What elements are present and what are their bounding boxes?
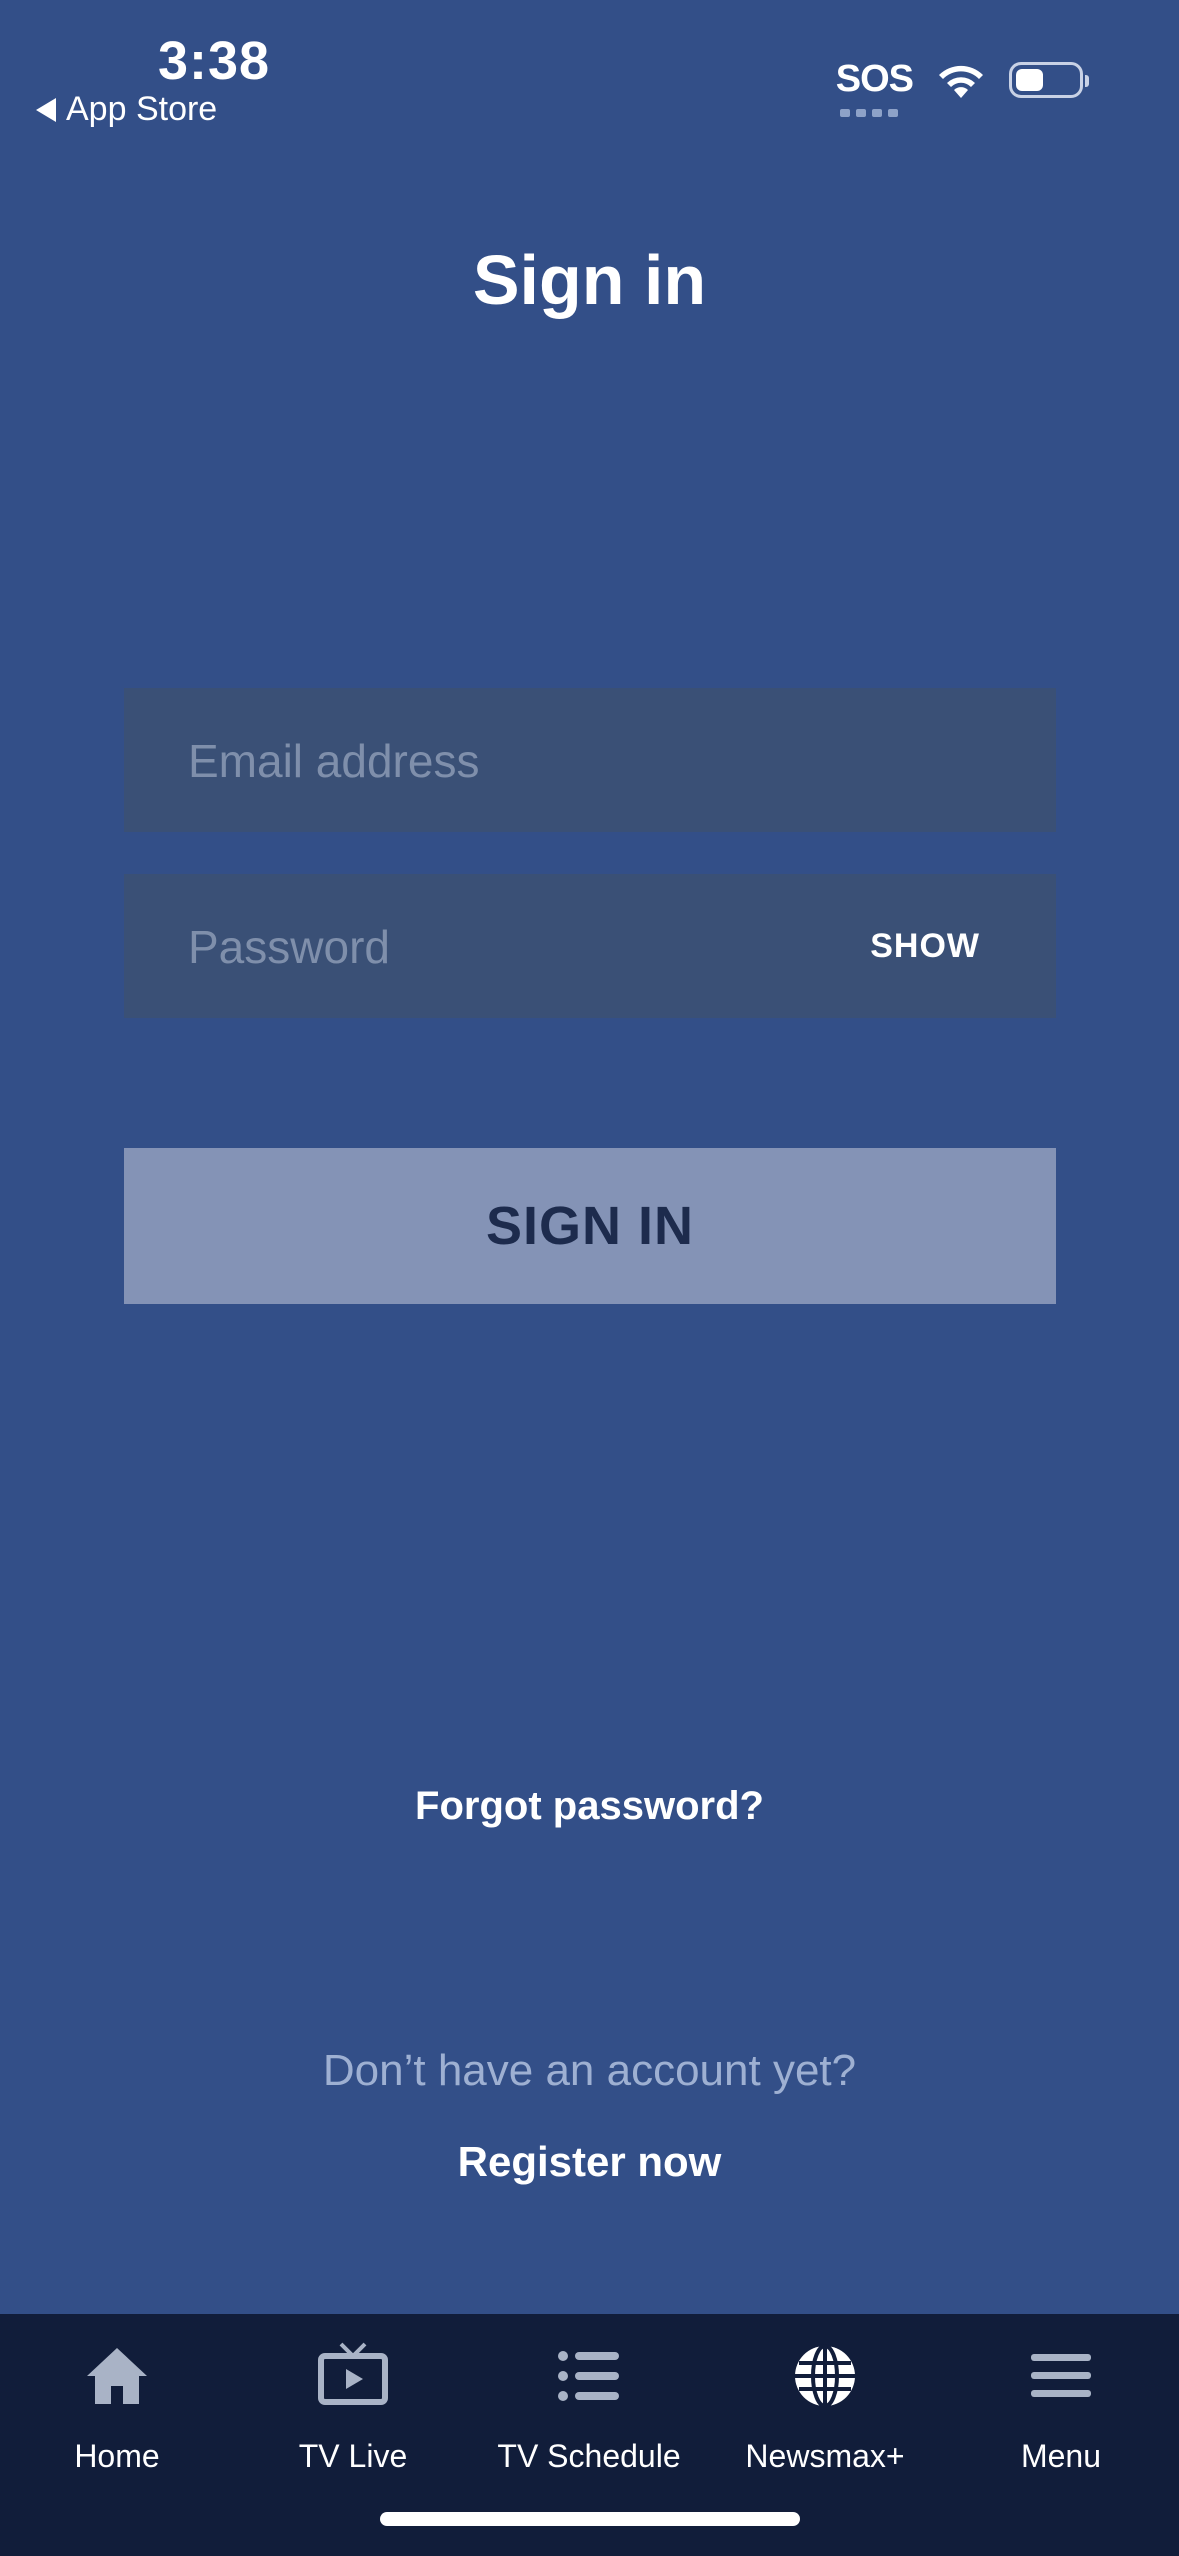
back-triangle-icon [36,97,56,122]
status-time: 3:38 [158,31,271,91]
tab-label: Newsmax+ [745,2438,905,2474]
tab-label: Menu [1020,2438,1102,2474]
forgot-password-link[interactable]: Forgot password? [0,1784,1179,1829]
email-field[interactable] [186,688,890,834]
back-to-app-store[interactable]: App Store [36,90,217,129]
sos-label: SOS [835,58,914,100]
tv-icon [318,2342,388,2405]
register-now-link[interactable]: Register now [0,2138,1179,2186]
wifi-icon [939,65,983,98]
back-label: App Store [66,90,218,128]
tab-bar: Home TV Live TV Schedule Newsmax+ Menu [0,2314,1179,2556]
home-icon [87,2348,147,2404]
page-title: Sign in [472,241,707,319]
password-field[interactable] [186,874,890,1020]
email-field-container [124,688,1056,834]
battery-icon [1009,61,1089,98]
hamburger-icon [1031,2354,1091,2397]
password-field-container: SHOW [124,874,1056,1020]
battery-level [1016,68,1043,91]
tab-label: TV Live [298,2438,408,2474]
show-password-button[interactable]: SHOW [870,874,980,1018]
home-indicator[interactable] [380,2512,800,2526]
status-indicators: SOS [835,58,1089,117]
sos-indicator: SOS [835,58,914,117]
sign-in-button[interactable]: SIGN IN [124,1148,1056,1304]
globe-icon [795,2344,855,2408]
tab-label: TV Schedule [497,2438,681,2474]
signal-dots-icon [839,109,898,117]
no-account-text: Don’t have an account yet? [322,2046,857,2095]
tab-label: Home [74,2438,160,2474]
list-icon [558,2351,619,2401]
